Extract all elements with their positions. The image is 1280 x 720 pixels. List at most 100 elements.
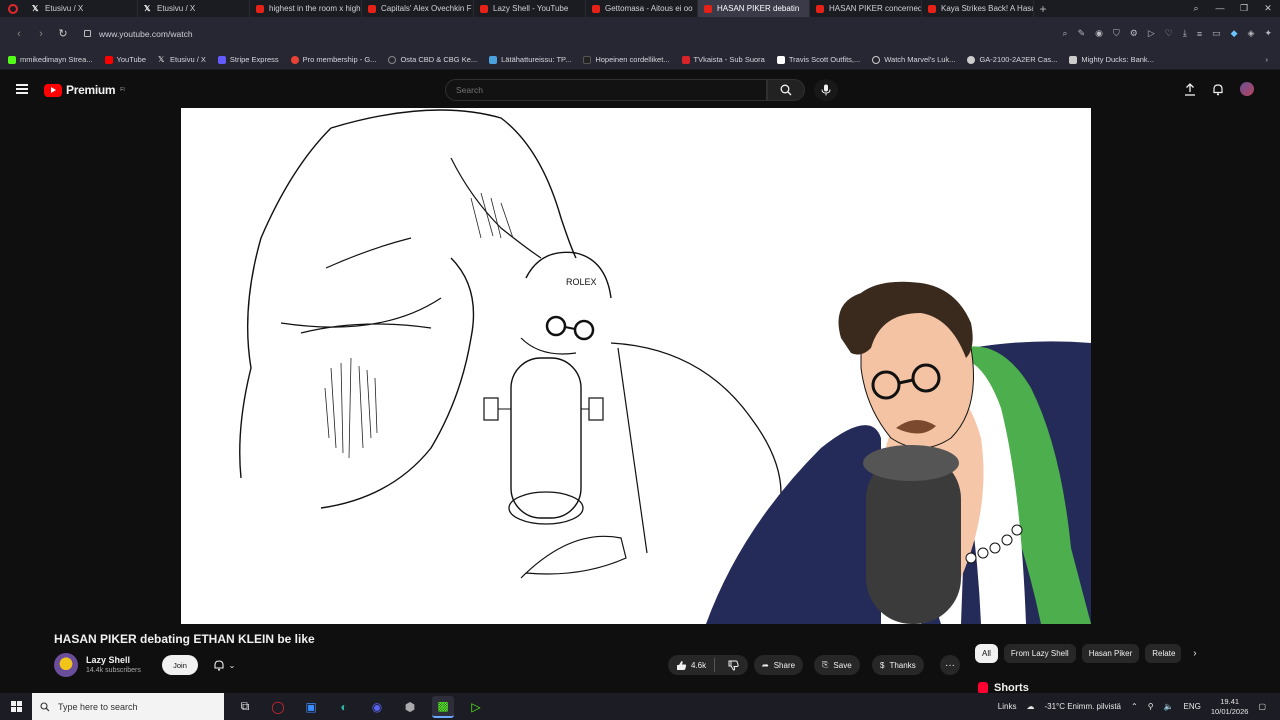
- bookmark-11[interactable]: GA-2100-2A2ER Cas...: [967, 55, 1057, 64]
- voice-search-button[interactable]: [814, 79, 838, 101]
- subscription-bell-button[interactable]: ⌄: [204, 655, 244, 675]
- lens-icon[interactable]: ⌕: [1063, 28, 1068, 39]
- more-actions-button[interactable]: ···: [940, 655, 960, 675]
- weather-text[interactable]: -31°C Enimm. pilvistä: [1044, 702, 1121, 711]
- extension-icon[interactable]: ◆: [1231, 28, 1238, 39]
- opera-icon[interactable]: ◯: [267, 696, 289, 718]
- media-player-icon[interactable]: ▷: [465, 696, 487, 718]
- bookmark-5[interactable]: Osta CBD & CBG Ke...: [388, 55, 477, 64]
- close-icon[interactable]: ✕: [1256, 3, 1280, 14]
- chip-from-channel[interactable]: From Lazy Shell: [1003, 643, 1076, 663]
- youtube-icon: [816, 4, 824, 13]
- thanks-button[interactable]: $ Thanks: [872, 655, 924, 675]
- dislike-button[interactable]: [720, 660, 747, 671]
- active-app-icon[interactable]: ▩: [432, 695, 454, 718]
- join-button[interactable]: Join: [162, 655, 198, 675]
- tray-expand-icon[interactable]: ⌃: [1131, 702, 1138, 711]
- video-player[interactable]: ROLEX: [181, 108, 1091, 624]
- wallet-icon[interactable]: ▭: [1212, 28, 1221, 39]
- bookmark-4[interactable]: Pro membership - G...: [290, 55, 376, 64]
- edit-icon[interactable]: ✎: [1078, 28, 1086, 39]
- tab-5[interactable]: Gettomasa - Aitous ei oo: [586, 0, 698, 17]
- heart-icon[interactable]: ♡: [1165, 28, 1173, 39]
- tab-1[interactable]: 𝕏 Etusivu / X: [138, 0, 250, 17]
- taskbar-search[interactable]: Type here to search: [32, 693, 224, 720]
- tab-4[interactable]: Lazy Shell - YouTube: [474, 0, 586, 17]
- tab-0[interactable]: 𝕏 Etusivu / X: [26, 0, 138, 17]
- links-toolbar[interactable]: Links: [998, 702, 1017, 711]
- save-button[interactable]: ⎘ Save: [814, 655, 860, 675]
- url-text[interactable]: www.youtube.com/watch: [99, 29, 193, 39]
- new-tab-button[interactable]: +: [1034, 2, 1052, 16]
- forward-icon[interactable]: ›: [30, 28, 52, 40]
- minimize-icon[interactable]: —: [1208, 3, 1232, 14]
- opera-logo-icon[interactable]: [0, 0, 26, 17]
- youtube-icon: [368, 4, 376, 13]
- search-icon: [40, 701, 50, 711]
- back-icon[interactable]: ‹: [8, 28, 30, 40]
- menu-icon[interactable]: ≡: [1197, 29, 1202, 39]
- share-button[interactable]: ➦ Share: [754, 655, 804, 675]
- thumbs-up-icon: [677, 660, 687, 670]
- ai-icon[interactable]: ✦: [1264, 28, 1272, 39]
- notifications-bell-icon[interactable]: [1212, 83, 1224, 96]
- settings-icon[interactable]: ⚙: [1130, 28, 1138, 39]
- camera-icon[interactable]: ◉: [1095, 28, 1103, 39]
- chevron-right-icon[interactable]: ›: [1193, 648, 1196, 659]
- bookmark-8[interactable]: TVkaista - Sub Suora: [681, 55, 765, 64]
- tab-8[interactable]: Kaya Strikes Back! A Hasa: [922, 0, 1034, 17]
- maximize-icon[interactable]: ❐: [1232, 3, 1256, 14]
- clock[interactable]: 19.41 10/01/2026: [1211, 697, 1249, 717]
- channel-name[interactable]: Lazy Shell: [86, 655, 130, 665]
- bookmarks-more-icon[interactable]: ›: [1266, 55, 1269, 64]
- search-input[interactable]: [456, 85, 756, 95]
- download-icon[interactable]: ⤓: [1183, 28, 1187, 39]
- chip-related[interactable]: Relate: [1145, 643, 1182, 663]
- like-button[interactable]: 4.6k: [668, 658, 716, 672]
- youtube-icon: [928, 4, 936, 13]
- discord-icon[interactable]: ◉: [366, 696, 388, 718]
- language-indicator[interactable]: ENG: [1184, 702, 1201, 711]
- photos-icon[interactable]: ▣: [300, 696, 322, 718]
- youtube-icon: [256, 4, 264, 13]
- notification-center-icon[interactable]: ▢: [1258, 702, 1266, 711]
- tab-6-active[interactable]: HASAN PIKER debatin: [698, 0, 810, 17]
- volume-icon[interactable]: 🔈: [1164, 702, 1174, 711]
- task-view-icon[interactable]: ⧉: [234, 696, 256, 718]
- user-avatar[interactable]: [1240, 82, 1254, 96]
- bookmark-3[interactable]: Stripe Express: [217, 55, 279, 64]
- tvkaista-icon: [681, 55, 690, 64]
- bookmark-2[interactable]: 𝕏 Etusivu / X: [158, 55, 206, 64]
- tab-7[interactable]: HASAN PIKER concerned: [810, 0, 922, 17]
- search-box[interactable]: [445, 79, 767, 101]
- upload-icon[interactable]: [1184, 82, 1196, 96]
- bookmark-7[interactable]: Hopeinen cordelliket...: [583, 55, 670, 64]
- start-button[interactable]: [0, 701, 32, 712]
- channel-avatar[interactable]: [54, 653, 78, 677]
- tab-3[interactable]: Capitals' Alex Ovechkin F: [362, 0, 474, 17]
- lock-icon[interactable]: [84, 30, 91, 37]
- video-title: HASAN PIKER debating ETHAN KLEIN be like: [54, 632, 315, 646]
- reload-icon[interactable]: ↻: [52, 27, 74, 40]
- search-button[interactable]: [767, 79, 805, 101]
- youtube-premium-logo[interactable]: Premium FI: [44, 83, 125, 97]
- video-frame-illustration: ROLEX: [239, 109, 1091, 624]
- hamburger-menu-icon[interactable]: [16, 84, 28, 94]
- network-icon[interactable]: ⚲: [1148, 702, 1154, 711]
- chip-hasan-piker[interactable]: Hasan Piker: [1081, 643, 1140, 663]
- cube-icon[interactable]: ◈: [1248, 28, 1255, 39]
- stripe-icon: [217, 55, 226, 64]
- app-gear-icon[interactable]: ⬢: [399, 696, 421, 718]
- shield-icon[interactable]: ⛉: [1113, 28, 1120, 39]
- bookmark-0[interactable]: mmikedimayn Strea...: [8, 55, 93, 64]
- bookmark-12[interactable]: Mighty Ducks: Bank...: [1069, 55, 1154, 64]
- bookmark-1[interactable]: YouTube: [104, 55, 146, 64]
- chip-all[interactable]: All: [975, 643, 998, 663]
- edge-icon[interactable]: ◐: [333, 696, 355, 718]
- bookmark-6[interactable]: Lätähattureissu: TP...: [489, 55, 571, 64]
- tab-2[interactable]: highest in the room x high: [250, 0, 362, 17]
- bookmark-10[interactable]: Watch Marvel's Luk...: [872, 55, 955, 64]
- play-icon[interactable]: ▷: [1148, 28, 1155, 39]
- bookmark-9[interactable]: Travis Scott Outfits,...: [776, 55, 860, 64]
- search-tabs-icon[interactable]: ⌕: [1184, 3, 1208, 14]
